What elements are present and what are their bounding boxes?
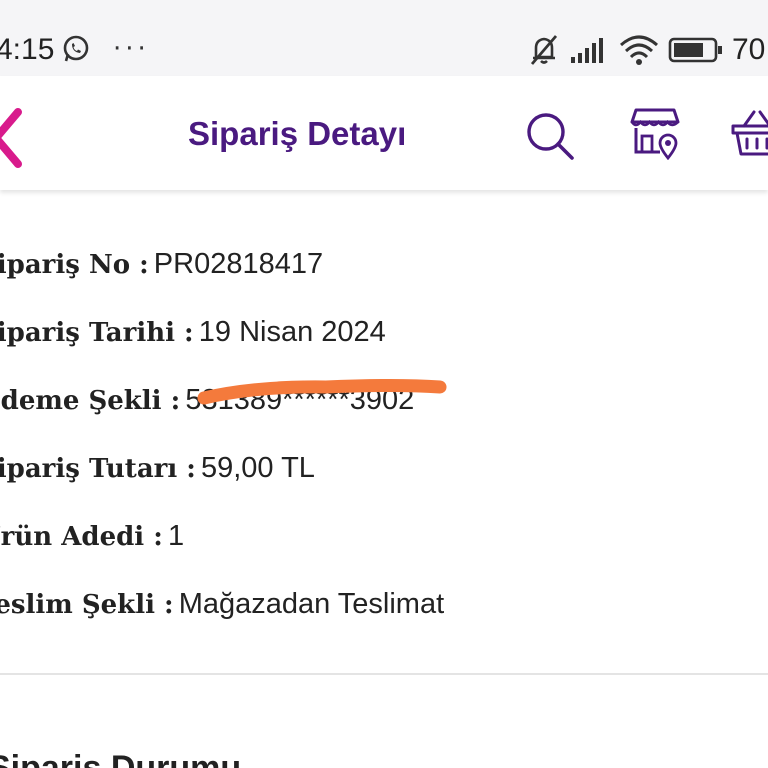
order-date-label: Sipariş Tarihi : <box>0 318 194 348</box>
order-number-label: Sipariş No : <box>0 250 149 280</box>
wifi-icon <box>620 35 658 65</box>
item-count-row: Ürün Adedi : 1 <box>0 516 184 560</box>
delivery-method-value: Mağazadan Teslimat <box>178 588 445 620</box>
search-icon[interactable] <box>524 110 576 162</box>
item-count-value: 1 <box>167 520 185 552</box>
status-time: 4:15 <box>0 33 55 66</box>
delivery-method-label: Teslim Şekli : <box>0 590 174 620</box>
item-count-label: Ürün Adedi : <box>0 522 163 552</box>
order-date-value: 19 Nisan 2024 <box>198 316 386 348</box>
signal-icon <box>571 38 603 63</box>
delivery-method-row: Teslim Şekli : Mağazadan Teslimat <box>0 584 444 628</box>
redaction-scribble <box>197 379 447 405</box>
order-details: Sipariş No : PR02818417 Sipariş Tarihi :… <box>0 190 768 674</box>
order-number-row: Sipariş No : PR02818417 <box>0 244 323 288</box>
mute-bell-icon <box>530 35 558 65</box>
page-title: Sipariş Detayı <box>188 115 407 152</box>
status-bar: 4:15 ··· 70 <box>0 0 768 76</box>
basket-icon[interactable] <box>730 106 768 160</box>
battery-percent: 70 <box>732 33 766 66</box>
more-notifications-icon: ··· <box>113 34 150 64</box>
back-button[interactable] <box>0 106 30 170</box>
section-divider <box>0 673 768 675</box>
order-total-value: 59,00 TL <box>200 452 315 484</box>
battery-icon <box>668 37 722 63</box>
whatsapp-icon <box>63 35 89 62</box>
app-header: Sipariş Detayı <box>0 76 768 190</box>
order-date-row: Sipariş Tarihi : 19 Nisan 2024 <box>0 312 386 356</box>
order-detail-screen: 4:15 ··· 70 Sipariş Detayı ipariş No: P… <box>0 0 768 768</box>
order-status-heading: Sipariş Durumu <box>0 749 242 768</box>
payment-method-label: Ödeme Şekli : <box>0 386 181 416</box>
order-total-row: Sipariş Tutarı : 59,00 TL <box>0 448 315 492</box>
order-total-label: Sipariş Tutarı : <box>0 454 196 484</box>
order-number-value: PR02818417 <box>153 248 324 280</box>
store-location-icon[interactable] <box>628 106 682 160</box>
